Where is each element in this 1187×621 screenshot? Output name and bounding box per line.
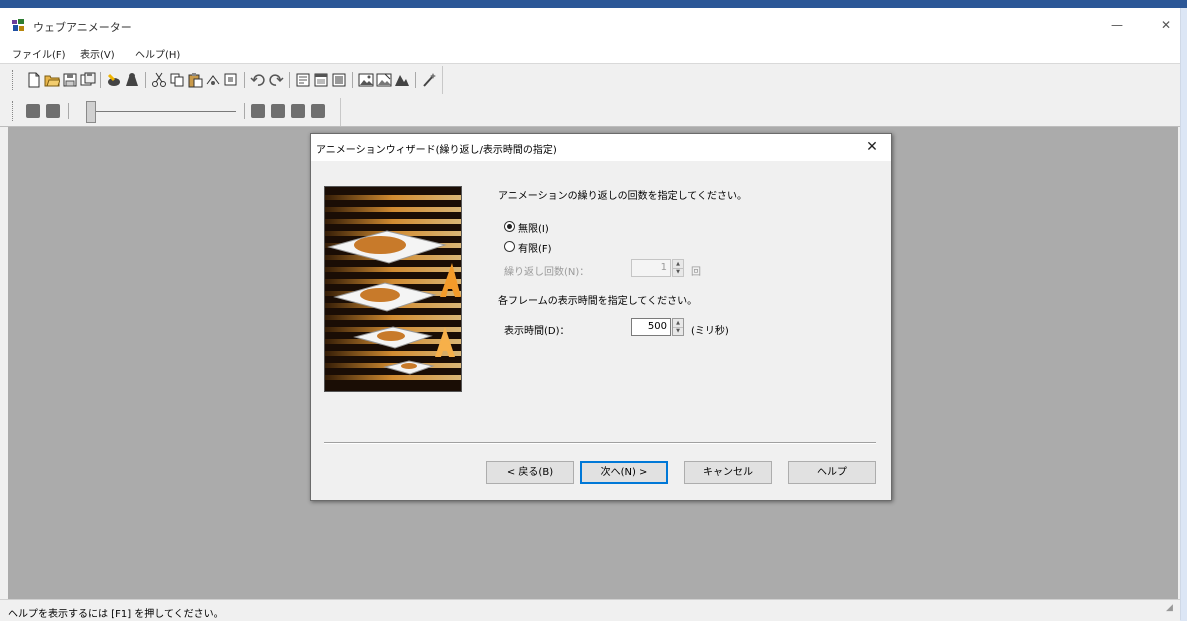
animation-wizard-dialog: アニメーションウィザード(繰り返し/表示時間の指定) ✕ アニメーションの繰り返…	[310, 133, 892, 501]
effect-icon[interactable]	[394, 72, 410, 88]
import-icon[interactable]	[106, 72, 122, 88]
dialog-title: アニメーションウィザード(繰り返し/表示時間の指定)	[316, 145, 557, 156]
play-icon[interactable]	[251, 104, 265, 118]
duplicate-icon[interactable]	[223, 72, 239, 88]
status-text: ヘルプを表示するには [F1] を押してください。	[8, 609, 224, 620]
repeat-count-input[interactable]: 1	[631, 259, 671, 277]
previous-frame-icon[interactable]	[46, 104, 60, 118]
export-icon[interactable]	[124, 72, 140, 88]
menu-help[interactable]: ヘルプ(H)	[135, 46, 180, 61]
toolbar-separator	[289, 72, 290, 88]
frame-time-prompt: 各フレームの表示時間を指定してください。	[498, 296, 698, 307]
frame-list-icon[interactable]	[313, 72, 329, 88]
screen-top-band	[0, 0, 1187, 8]
title-bar: ウェブアニメーター — ✕	[0, 8, 1180, 42]
dialog-close-button[interactable]: ✕	[863, 137, 881, 157]
wizard-illustration	[324, 186, 462, 392]
radio-finite-label[interactable]: 有限(F)	[518, 240, 552, 255]
first-frame-icon[interactable]	[26, 104, 40, 118]
save-icon[interactable]	[62, 72, 78, 88]
app-icon	[11, 18, 25, 32]
toolbar-separator	[244, 103, 245, 119]
wand-icon[interactable]	[421, 72, 437, 88]
dialog-divider	[324, 442, 876, 444]
next-frame-icon[interactable]	[291, 104, 305, 118]
toolbar-separator	[68, 103, 69, 119]
redo-icon[interactable]	[268, 72, 284, 88]
loop-prompt: アニメーションの繰り返しの回数を指定してください。	[498, 191, 747, 202]
display-time-input[interactable]: 500	[631, 318, 671, 336]
menu-file[interactable]: ファイル(F)	[12, 46, 66, 61]
image-icon[interactable]	[358, 72, 374, 88]
repeat-count-spinner[interactable]: ▲ ▼	[672, 259, 684, 277]
toolbar-grip[interactable]	[12, 70, 16, 90]
spin-down-icon[interactable]: ▼	[673, 327, 683, 335]
toolbar-end-divider	[340, 98, 341, 126]
copy-icon[interactable]	[169, 72, 185, 88]
display-time-label: 表示時間(D)：	[504, 326, 570, 337]
help-button[interactable]: ヘルプ	[788, 461, 876, 484]
minimize-button[interactable]: —	[1105, 14, 1129, 36]
cut-icon[interactable]	[151, 72, 167, 88]
frame-insert-icon[interactable]	[331, 72, 347, 88]
display-time-spinner[interactable]: ▲ ▼	[672, 318, 684, 336]
dialog-title-bar: アニメーションウィザード(繰り返し/表示時間の指定) ✕	[311, 134, 891, 161]
window-title: ウェブアニメーター	[33, 21, 132, 34]
toolbar-separator	[100, 72, 101, 88]
toolbar-end-divider	[442, 66, 443, 94]
wizard-illustration-graphic	[325, 187, 461, 391]
toolbar-separator	[244, 72, 245, 88]
frame-slider-track[interactable]	[96, 111, 236, 112]
toolbar-separator	[145, 72, 146, 88]
frame-slider-thumb[interactable]	[86, 101, 96, 123]
cancel-button[interactable]: キャンセル	[684, 461, 772, 484]
stop-icon[interactable]	[271, 104, 285, 118]
status-bar: ヘルプを表示するには [F1] を押してください。 ◢	[0, 599, 1180, 621]
display-time-unit: (ミリ秒)	[691, 326, 729, 337]
size-grip-icon[interactable]: ◢	[1166, 603, 1178, 617]
delete-icon[interactable]	[205, 72, 221, 88]
image-edit-icon[interactable]	[376, 72, 392, 88]
radio-infinite[interactable]	[504, 221, 515, 232]
toolbar-separator	[352, 72, 353, 88]
save-as-icon[interactable]	[80, 72, 96, 88]
repeat-count-unit: 回	[691, 267, 701, 278]
last-frame-icon[interactable]	[311, 104, 325, 118]
window-close-button[interactable]: ✕	[1154, 14, 1178, 36]
toolbar-separator	[415, 72, 416, 88]
undo-icon[interactable]	[250, 72, 266, 88]
open-icon[interactable]	[44, 72, 60, 88]
new-icon[interactable]	[26, 72, 42, 88]
toolbar-grip[interactable]	[12, 101, 16, 121]
radio-finite[interactable]	[504, 241, 515, 252]
playback-toolbar	[0, 96, 1180, 127]
spin-down-icon[interactable]: ▼	[673, 268, 683, 276]
menu-bar: ファイル(F) 表示(V) ヘルプ(H)	[0, 42, 1180, 64]
menu-view[interactable]: 表示(V)	[80, 46, 115, 61]
radio-infinite-label[interactable]: 無限(I)	[518, 220, 549, 235]
next-button[interactable]: 次へ(N) >	[580, 461, 668, 484]
back-button[interactable]: < 戻る(B)	[486, 461, 574, 484]
frame-props-icon[interactable]	[295, 72, 311, 88]
paste-icon[interactable]	[187, 72, 203, 88]
repeat-count-label: 繰り返し回数(N)：	[504, 267, 590, 278]
main-toolbar	[0, 64, 1180, 96]
